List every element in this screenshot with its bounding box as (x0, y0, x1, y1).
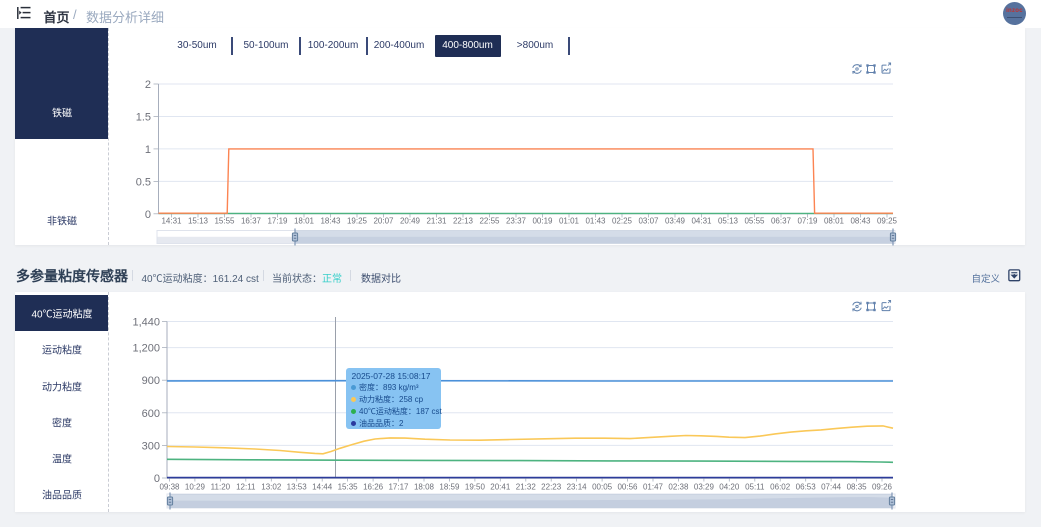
svg-text:05:55: 05:55 (744, 217, 765, 226)
svg-text:1,440: 1,440 (132, 317, 160, 329)
svg-text:22:23: 22:23 (541, 483, 562, 492)
svg-text:01:01: 01:01 (559, 217, 580, 226)
svg-text:14:44: 14:44 (312, 483, 333, 492)
svg-text:23:37: 23:37 (506, 217, 527, 226)
svg-text:23:14: 23:14 (567, 483, 588, 492)
svg-text:00:56: 00:56 (617, 483, 638, 492)
svg-text:21:32: 21:32 (516, 483, 537, 492)
svg-text:900: 900 (142, 375, 160, 387)
svg-text:22:13: 22:13 (453, 217, 474, 226)
svg-text:600: 600 (142, 408, 160, 420)
svg-text:1: 1 (145, 144, 151, 156)
svg-text:02:25: 02:25 (612, 217, 633, 226)
svg-text:12:11: 12:11 (236, 483, 256, 492)
svg-text:14:31: 14:31 (161, 217, 182, 226)
svg-text:02:38: 02:38 (668, 483, 689, 492)
svg-text:01:47: 01:47 (643, 483, 664, 492)
svg-text:22:55: 22:55 (479, 217, 500, 226)
svg-text:06:53: 06:53 (796, 483, 817, 492)
svg-text:18:43: 18:43 (320, 217, 341, 226)
svg-text:1.5: 1.5 (136, 112, 151, 124)
svg-text:19:25: 19:25 (347, 217, 368, 226)
svg-text:15:13: 15:13 (188, 217, 209, 226)
svg-text:00:05: 00:05 (592, 483, 613, 492)
svg-text:00:19: 00:19 (532, 217, 553, 226)
svg-text:04:20: 04:20 (719, 483, 740, 492)
svg-text:20:49: 20:49 (400, 217, 421, 226)
svg-text:09:38: 09:38 (159, 483, 180, 492)
svg-text:05:13: 05:13 (718, 217, 739, 226)
svg-text:18:08: 18:08 (414, 483, 435, 492)
svg-text:01:43: 01:43 (585, 217, 606, 226)
svg-text:19:50: 19:50 (465, 483, 486, 492)
svg-text:2: 2 (145, 79, 151, 91)
svg-text:0: 0 (145, 209, 151, 221)
svg-text:08:35: 08:35 (847, 483, 868, 492)
svg-text:17:19: 17:19 (267, 217, 288, 226)
svg-text:13:02: 13:02 (261, 483, 282, 492)
svg-text:11:20: 11:20 (211, 483, 231, 492)
svg-text:13:53: 13:53 (287, 483, 308, 492)
svg-text:17:17: 17:17 (388, 483, 409, 492)
svg-text:06:02: 06:02 (770, 483, 791, 492)
svg-text:20:41: 20:41 (490, 483, 511, 492)
svg-text:21:31: 21:31 (426, 217, 447, 226)
svg-text:03:49: 03:49 (665, 217, 686, 226)
svg-text:18:01: 18:01 (294, 217, 315, 226)
svg-text:16:26: 16:26 (363, 483, 384, 492)
svg-text:09:25: 09:25 (877, 217, 898, 226)
svg-text:07:44: 07:44 (821, 483, 842, 492)
svg-text:16:37: 16:37 (241, 217, 262, 226)
svg-text:06:37: 06:37 (771, 217, 792, 226)
svg-text:0.5: 0.5 (136, 176, 151, 188)
svg-text:08:01: 08:01 (824, 217, 845, 226)
svg-text:03:07: 03:07 (638, 217, 659, 226)
svg-text:09:26: 09:26 (872, 483, 893, 492)
svg-text:08:43: 08:43 (850, 217, 871, 226)
svg-text:1,200: 1,200 (132, 343, 160, 355)
svg-text:07:19: 07:19 (797, 217, 818, 226)
svg-text:300: 300 (142, 440, 160, 452)
svg-text:10:29: 10:29 (185, 483, 206, 492)
svg-text:20:07: 20:07 (373, 217, 394, 226)
svg-text:04:31: 04:31 (691, 217, 712, 226)
svg-text:05:11: 05:11 (745, 483, 765, 492)
svg-text:18:59: 18:59 (439, 483, 460, 492)
svg-text:03:29: 03:29 (694, 483, 715, 492)
svg-text:15:55: 15:55 (214, 217, 235, 226)
svg-text:15:35: 15:35 (338, 483, 359, 492)
